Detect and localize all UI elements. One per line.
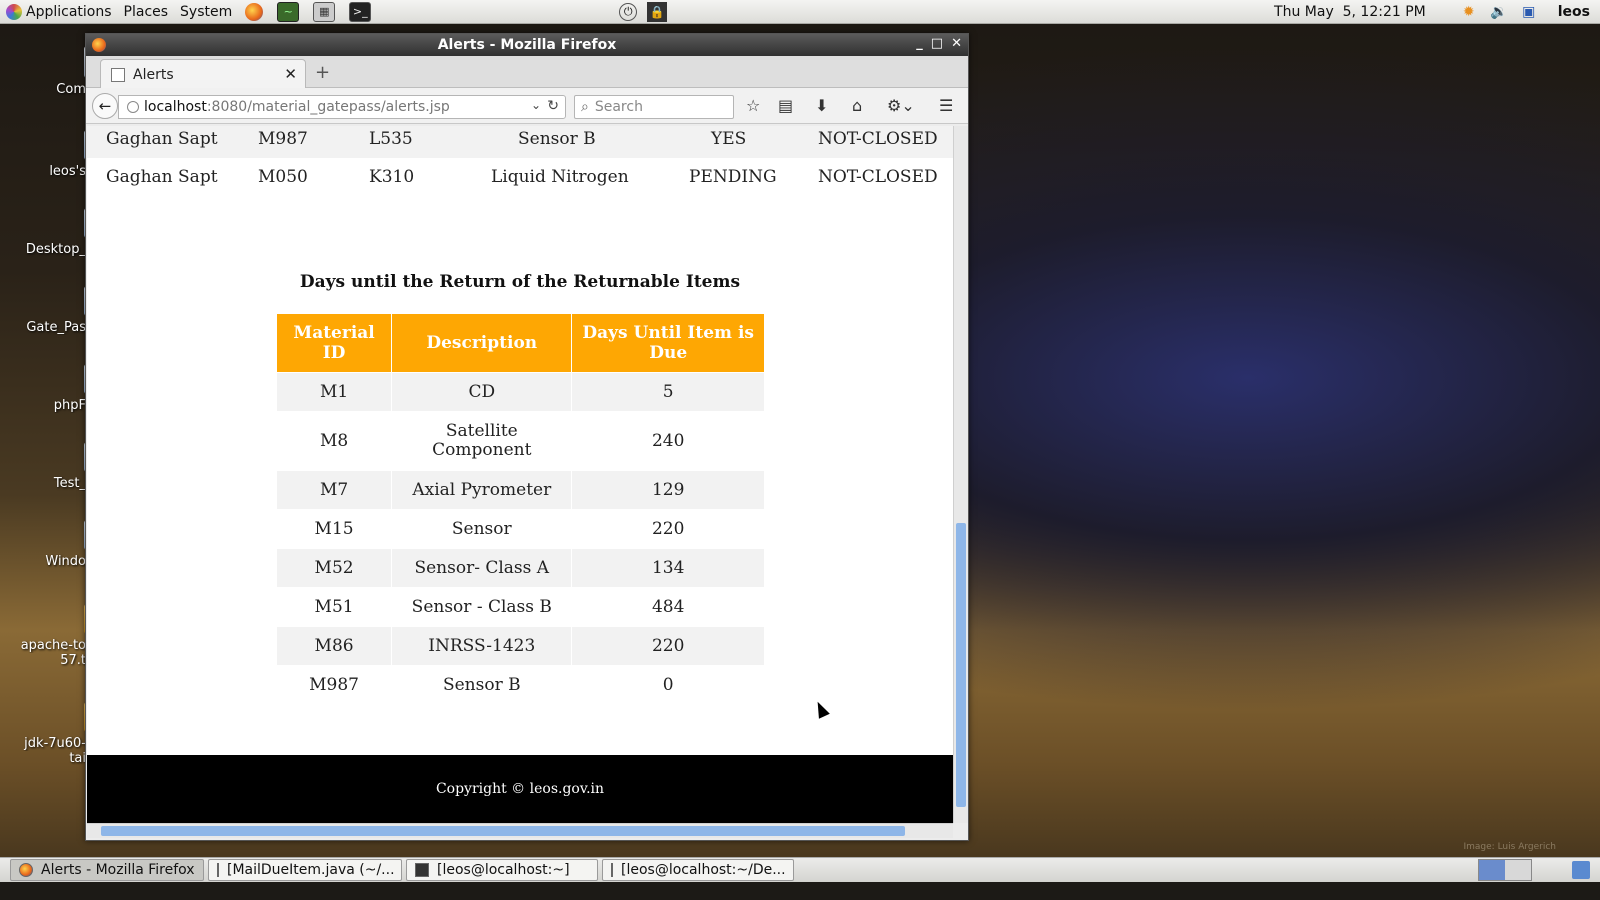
url-bar[interactable]: localhost:8080/material_gatepass/alerts.… <box>118 95 566 119</box>
close-icon[interactable]: ✕ <box>951 36 962 51</box>
horizontal-scroll-thumb[interactable] <box>101 826 905 836</box>
column-header: Days Until Item is Due <box>571 313 765 373</box>
table-row: M52 Sensor- Class A 134 <box>275 548 765 588</box>
mouse-cursor-icon <box>812 699 830 719</box>
table-row: M7 Axial Pyrometer 129 <box>275 470 765 510</box>
taskbar-item-terminal[interactable]: [leos@localhost:~] <box>406 859 598 881</box>
table-row: M51 Sensor - Class B 484 <box>275 587 765 627</box>
url-host: localhost <box>144 99 207 115</box>
taskbar-item-firefox[interactable]: Alerts - Mozilla Firefox <box>10 859 204 881</box>
desktop-icon-computer[interactable]: Com <box>20 46 110 97</box>
clock[interactable]: Thu May 5, 12:21 PM <box>1274 4 1426 20</box>
column-header: Description <box>391 313 573 373</box>
calculator-launcher-icon[interactable]: ▦ <box>313 1 336 22</box>
page-icon <box>111 67 125 82</box>
window-titlebar[interactable]: Alerts - Mozilla Firefox _ □ ✕ <box>86 34 968 56</box>
workspace-switcher[interactable] <box>1478 859 1532 881</box>
search-bar[interactable]: ⌕ Search <box>574 95 734 119</box>
taskbar: Alerts - Mozilla Firefox [MailDueItem.ja… <box>0 857 1600 882</box>
table-row: Gaghan Sapt M050 K310 Liquid Nitrogen PE… <box>106 167 938 187</box>
navigation-toolbar: ← localhost:8080/material_gatepass/alert… <box>86 88 968 124</box>
table-row: M8 Satellite Component 240 <box>275 411 765 471</box>
reload-icon[interactable]: ↻ <box>547 98 559 114</box>
lock-screen-icon[interactable]: 🔒 <box>647 1 668 22</box>
table-row: M15 Sensor 220 <box>275 509 765 549</box>
firefox-launcher-icon[interactable] <box>245 2 264 21</box>
weather-sun-icon[interactable]: ✹ <box>1459 2 1479 22</box>
firefox-icon <box>19 863 33 877</box>
firefox-window: Alerts - Mozilla Firefox _ □ ✕ Alerts ✕ … <box>85 33 969 841</box>
places-menu-label: Places <box>123 3 169 20</box>
downloads-icon[interactable]: ⬇ <box>815 96 828 115</box>
home-icon[interactable]: ⌂ <box>852 96 862 115</box>
menu-icon[interactable]: ☰ <box>939 96 953 115</box>
desktop-icon-php[interactable]: phpF <box>20 364 106 413</box>
table-row: M86 INRSS-1423 220 <box>275 626 765 666</box>
minimize-icon[interactable]: _ <box>916 36 923 51</box>
new-tab-icon[interactable]: + <box>315 62 330 83</box>
column-header: Material ID <box>275 313 393 373</box>
system-menu-label: System <box>180 3 233 20</box>
user-name[interactable]: leos <box>1558 4 1590 20</box>
trash-icon[interactable] <box>1572 861 1590 879</box>
desktop-icon-apache[interactable]: apache-to 57.t <box>20 604 106 668</box>
places-menu[interactable]: Places <box>118 0 175 24</box>
copyright-text: Copyright © leos.gov.in <box>435 781 605 797</box>
desktop-icon-gatepass[interactable]: Gate_Pas <box>20 286 106 335</box>
table-row: M987 Sensor B 0 <box>275 665 765 705</box>
desktop-icon-home[interactable]: leos's <box>20 130 106 179</box>
window-title: Alerts - Mozilla Firefox <box>437 37 617 53</box>
taskbar-item-terminal[interactable]: [leos@localhost:~/De... <box>602 859 794 881</box>
desktop-bottom-strip <box>0 882 1600 900</box>
system-monitor-launcher-icon[interactable]: ~ <box>277 1 300 22</box>
applications-menu-label: Applications <box>26 3 112 20</box>
taskbar-item-editor[interactable]: [MailDueItem.java (~/... <box>208 859 402 881</box>
text-editor-icon <box>217 863 219 877</box>
desktop-icon-windows[interactable]: Windo <box>20 520 106 569</box>
workspace-1[interactable] <box>1479 860 1505 880</box>
table-header-row: Material ID Description Days Until Item … <box>275 313 765 373</box>
vertical-scroll-thumb[interactable] <box>956 523 966 807</box>
page-footer: Copyright © leos.gov.in <box>87 755 953 823</box>
url-path: :8080/material_gatepass/alerts.jsp <box>206 99 450 115</box>
system-menu[interactable]: System <box>174 0 238 24</box>
power-icon[interactable]: ⏻ <box>619 2 638 21</box>
tab-strip: Alerts ✕ + <box>86 56 968 89</box>
gnome-foot-icon <box>6 3 22 20</box>
search-placeholder: Search <box>594 99 643 115</box>
section-title: Days until the Return of the Returnable … <box>299 272 741 292</box>
maximize-icon[interactable]: □ <box>931 36 943 51</box>
desktop-icon-test[interactable]: Test_ <box>20 442 106 491</box>
volume-icon[interactable]: 🔉 <box>1489 2 1509 22</box>
table-row: M1 CD 5 <box>275 372 765 412</box>
terminal-icon <box>415 863 429 877</box>
back-arrow-icon[interactable]: ← <box>92 93 118 119</box>
page-content: Gaghan Sapt M987 L535 Sensor B YES NOT-C… <box>87 126 953 823</box>
top-panel: Applications Places System ~ ▦ >_ ⏻ 🔒 Th… <box>0 0 1600 24</box>
horizontal-scrollbar[interactable] <box>87 823 953 838</box>
bookmark-star-icon[interactable]: ☆ <box>746 96 760 115</box>
terminal-icon <box>611 863 613 877</box>
vertical-scrollbar[interactable] <box>953 126 968 823</box>
tab-close-icon[interactable]: ✕ <box>284 65 297 83</box>
site-identity-icon[interactable] <box>127 101 139 113</box>
bookmarks-library-icon[interactable]: ▤ <box>778 96 793 115</box>
desktop-icon-jdk[interactable]: jdk-7u60- tai <box>20 702 106 766</box>
terminal-launcher-icon[interactable]: >_ <box>349 1 372 22</box>
desktop-icon-desktop[interactable]: Desktop_ <box>20 208 106 257</box>
addon-icon[interactable]: ⚙⌄ <box>887 96 915 115</box>
applications-menu[interactable]: Applications <box>0 0 118 24</box>
tab-alerts[interactable]: Alerts ✕ <box>100 59 306 89</box>
tab-label: Alerts <box>133 66 174 83</box>
search-icon: ⌕ <box>581 99 589 115</box>
table-row: Gaghan Sapt M987 L535 Sensor B YES NOT-C… <box>87 126 953 158</box>
workspace-2[interactable] <box>1505 860 1531 880</box>
wallpaper-credit: Image: Luis Argerich <box>1463 842 1557 852</box>
network-icon[interactable]: ▣ <box>1519 2 1539 22</box>
history-dropdown-icon[interactable]: ⌄ <box>531 98 541 112</box>
returnable-items-table: Material ID Description Days Until Item … <box>275 313 765 705</box>
